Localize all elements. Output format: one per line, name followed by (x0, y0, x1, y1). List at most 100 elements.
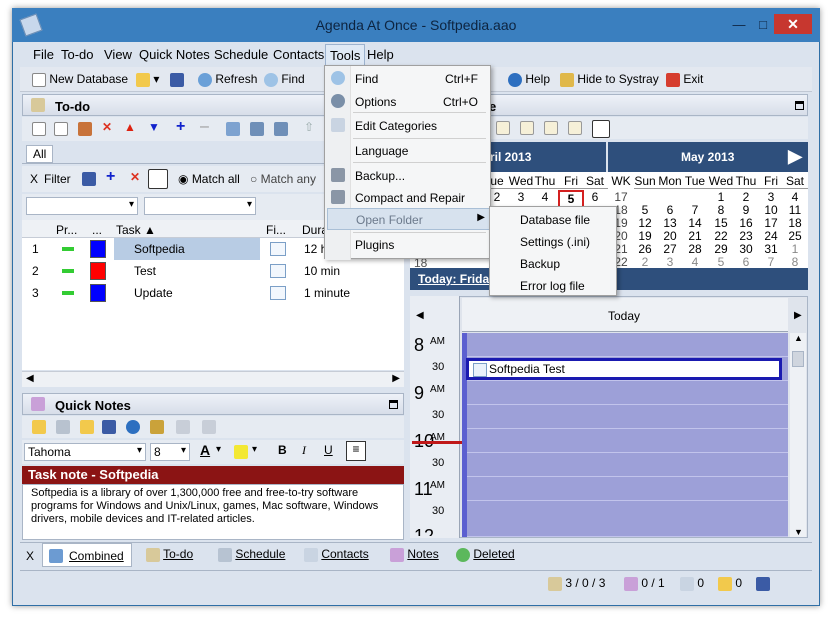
calendar-day[interactable]: 21 (682, 229, 708, 243)
table-row[interactable]: 2 Test 10 min (22, 260, 402, 282)
calendar-day[interactable]: 3 (508, 190, 534, 204)
remove-filter-icon[interactable]: ✕ (130, 170, 140, 184)
align-left-icon[interactable]: ≡ (346, 441, 366, 461)
submenu-item-settings[interactable]: Settings (.ini) (490, 231, 618, 253)
clock-icon[interactable] (126, 420, 140, 434)
calendar-day[interactable]: 2 (632, 255, 658, 269)
calendar-day[interactable]: 14 (682, 216, 708, 230)
finished-checkbox[interactable] (270, 264, 286, 278)
work-week-view-icon[interactable] (520, 121, 534, 135)
save-icon[interactable] (102, 420, 116, 434)
calendar-day[interactable]: 16 (733, 216, 759, 230)
col-color[interactable]: ... (92, 223, 102, 237)
tab-deleted[interactable]: Deleted (456, 547, 515, 569)
calendar-day[interactable]: 8 (782, 255, 808, 269)
time-slot[interactable] (462, 501, 788, 537)
calendar-day[interactable]: 1 (782, 242, 808, 256)
font-name-select[interactable]: Tahoma ▾ (24, 443, 146, 461)
calendar-day[interactable]: 22 (708, 229, 734, 243)
font-color-dropdown[interactable]: ▾ (216, 444, 221, 455)
add-filter-icon[interactable]: + (106, 168, 115, 186)
menu-item-compact-repair[interactable]: Compact and Repair (325, 186, 492, 208)
new-task-icon[interactable] (32, 122, 46, 136)
close-icon[interactable]: ✕ (774, 14, 812, 34)
menu-contacts[interactable]: Contacts (273, 47, 324, 62)
exit-button[interactable]: Exit (666, 72, 703, 87)
delete-task-icon[interactable]: ✕ (102, 120, 112, 134)
calendar-day[interactable]: 31 (758, 242, 784, 256)
scroll-thumb[interactable] (792, 351, 804, 367)
tab-schedule[interactable]: Schedule (218, 547, 285, 569)
calendar-day[interactable]: 30 (733, 242, 759, 256)
collapse-icon[interactable] (274, 122, 288, 136)
day-view-icon[interactable] (496, 121, 510, 135)
scroll-left-icon[interactable]: ◀ (26, 373, 34, 384)
calendar-day[interactable]: 6 (733, 255, 759, 269)
help-button[interactable]: Help (508, 72, 550, 87)
calendar-day[interactable]: 24 (758, 229, 784, 243)
match-any-radio[interactable]: ○ Match any (250, 172, 316, 186)
filter-toggle-icon[interactable] (148, 169, 168, 189)
panel-maximize-icon[interactable] (795, 101, 804, 110)
note-body[interactable]: Softpedia is a library of over 1,300,000… (22, 484, 404, 540)
match-all-radio[interactable]: ◉ Match all (178, 172, 240, 186)
calendar-toggle-icon[interactable] (592, 120, 610, 138)
time-slot[interactable] (462, 429, 788, 453)
font-color-icon[interactable]: A (200, 442, 210, 458)
new-database-button[interactable]: New Database (32, 72, 128, 87)
underline-icon[interactable]: U (324, 443, 333, 457)
menu-schedule[interactable]: Schedule (214, 47, 268, 62)
tab-all[interactable]: All (26, 145, 54, 163)
attach-icon[interactable] (150, 420, 164, 434)
italic-icon[interactable]: I (302, 443, 306, 458)
calendar-day[interactable]: 25 (782, 229, 808, 243)
forward-icon[interactable] (202, 420, 216, 434)
menu-item-plugins[interactable]: Plugins (325, 234, 492, 256)
copy-note-icon[interactable] (56, 420, 70, 434)
calendar-day[interactable]: 13 (657, 216, 683, 230)
calendar-day[interactable]: 8 (708, 203, 734, 217)
panel-maximize-icon[interactable] (389, 400, 398, 409)
menu-item-open-folder[interactable]: Open Folder ▶ (327, 208, 490, 230)
tab-todo[interactable]: To-do (146, 547, 193, 569)
today-link[interactable]: Today: Frida (418, 272, 489, 286)
find-button[interactable]: Find (264, 72, 305, 87)
calendar-day[interactable]: 5 (632, 203, 658, 217)
time-slot[interactable] (462, 477, 788, 501)
menu-tools[interactable]: Tools (325, 44, 366, 67)
todo-hscrollbar[interactable]: ◀ ▶ (22, 371, 404, 387)
move-up-icon[interactable]: ▲ (124, 120, 136, 134)
menu-item-backup[interactable]: Backup... (325, 164, 492, 186)
copy-task-icon[interactable] (54, 122, 68, 136)
calendar-day[interactable]: 6 (582, 190, 608, 204)
tab-contacts[interactable]: Contacts (304, 547, 369, 569)
scroll-up-icon[interactable]: ▲ (794, 333, 803, 343)
dayview-vscrollbar[interactable]: ▲ ▼ (790, 333, 806, 537)
calendar-day[interactable]: 4 (682, 255, 708, 269)
calendar-day[interactable]: 3 (758, 190, 784, 204)
highlight-dropdown[interactable]: ▾ (252, 444, 257, 455)
col-priority[interactable]: Pr... (56, 223, 77, 237)
calendar-day[interactable]: 18 (782, 216, 808, 230)
scroll-right-icon[interactable]: ▶ (392, 373, 400, 384)
calendar-day[interactable]: 29 (708, 242, 734, 256)
day-prev-icon[interactable]: ◀ (416, 310, 424, 321)
calendar-day[interactable]: 7 (682, 203, 708, 217)
open-folder-button[interactable]: ▾ (136, 72, 159, 87)
remove-icon[interactable]: – (200, 118, 209, 136)
calendar-day[interactable]: 11 (782, 203, 808, 217)
calendar-day[interactable]: 27 (657, 242, 683, 256)
menu-quick-notes[interactable]: Quick Notes (139, 47, 210, 62)
menu-item-edit-categories[interactable]: Edit Categories (325, 114, 492, 136)
menu-item-language[interactable]: Language (325, 140, 492, 162)
month-view-icon[interactable] (568, 121, 582, 135)
calendar-day[interactable]: 4 (532, 190, 558, 204)
week-view-icon[interactable] (544, 121, 558, 135)
expand-icon[interactable] (250, 122, 264, 136)
minimize-icon[interactable]: — (728, 16, 750, 34)
calendar-day[interactable]: 1 (708, 190, 734, 204)
table-row[interactable]: 3 Update 1 minute (22, 282, 402, 304)
edit-task-icon[interactable] (78, 122, 92, 136)
calendar-day[interactable]: 23 (733, 229, 759, 243)
menu-file[interactable]: File (33, 47, 54, 62)
